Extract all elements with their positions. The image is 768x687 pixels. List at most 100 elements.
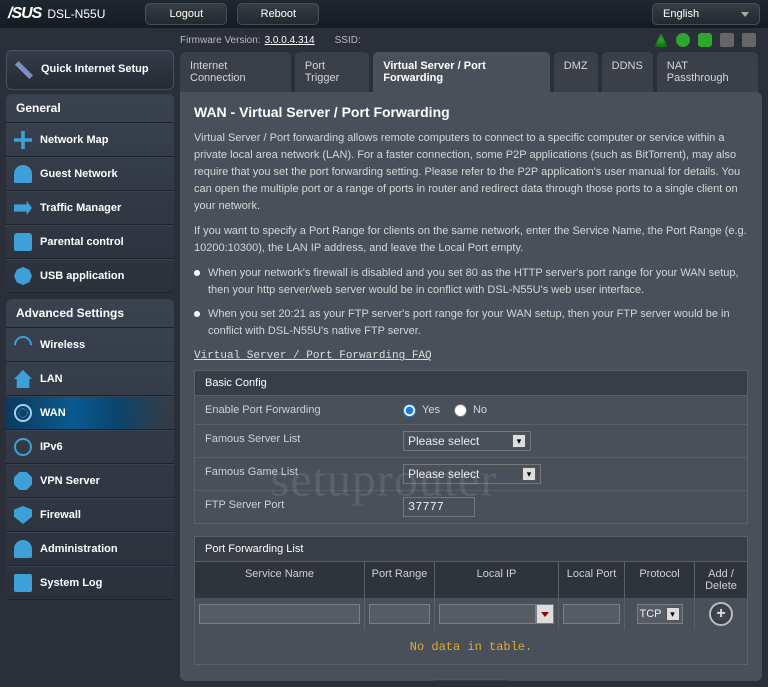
pf-table-head-row: Service Name Port Range Local IP Local P… — [195, 562, 747, 598]
reboot-button[interactable]: Reboot — [237, 3, 319, 25]
traffic-icon — [14, 199, 32, 217]
tab-bar: Internet Connection Port Trigger Virtual… — [180, 52, 768, 92]
chevron-down-icon — [741, 12, 749, 17]
brand-logo: /SUS — [8, 5, 41, 23]
sidebar-item-firewall[interactable]: Firewall — [6, 498, 174, 532]
protocol-select[interactable]: TCP▾ — [637, 604, 683, 624]
pf-table-title: Port Forwarding List — [195, 537, 747, 562]
famous-game-label: Famous Game List — [195, 458, 395, 490]
status-icons — [654, 33, 768, 47]
brand-model: DSL-N55U — [47, 7, 105, 21]
fw-label: Firmware Version: — [180, 35, 261, 46]
sidebar-item-traffic-manager[interactable]: Traffic Manager — [6, 191, 174, 225]
wireless-icon — [10, 332, 35, 357]
sidebar-advanced-title: Advanced Settings — [6, 299, 174, 328]
cloud-icon — [698, 33, 712, 47]
content-panel: WAN - Virtual Server / Port Forwarding V… — [180, 92, 762, 681]
admin-icon — [14, 540, 32, 558]
sidebar-general-title: General — [6, 94, 174, 123]
puzzle-icon — [14, 267, 32, 285]
network-map-icon — [14, 131, 32, 149]
tab-internet-connection[interactable]: Internet Connection — [180, 52, 291, 92]
sidebar-item-wireless[interactable]: Wireless — [6, 328, 174, 362]
famous-server-label: Famous Server List — [195, 425, 395, 457]
no-data-message: No data in table. — [195, 630, 747, 664]
tab-nat-passthrough[interactable]: NAT Passthrough — [657, 52, 758, 92]
sidebar-item-usb-application[interactable]: USB application — [6, 259, 174, 293]
tab-ddns[interactable]: DDNS — [602, 52, 653, 92]
lock-icon — [742, 33, 756, 47]
tab-virtual-server[interactable]: Virtual Server / Port Forwarding — [373, 52, 550, 92]
log-icon — [14, 574, 32, 592]
language-dropdown[interactable]: English — [652, 3, 760, 25]
ipv6-icon — [14, 438, 32, 456]
th-service: Service Name — [195, 562, 365, 598]
sidebar-item-parental-control[interactable]: Parental control — [6, 225, 174, 259]
wifi-icon — [654, 33, 668, 47]
famous-server-select[interactable]: Please select▾ — [403, 431, 531, 451]
home-icon — [14, 370, 32, 388]
magic-wand-icon — [15, 61, 33, 79]
enable-pf-label: Enable Port Forwarding — [195, 396, 395, 424]
logout-button[interactable]: Logout — [145, 3, 227, 25]
guest-icon — [14, 165, 32, 183]
th-local-ip: Local IP — [435, 562, 559, 598]
sidebar-item-guest-network[interactable]: Guest Network — [6, 157, 174, 191]
language-label: English — [663, 8, 699, 20]
bullet-1: When your network's firewall is disabled… — [194, 265, 748, 298]
chevron-down-icon — [541, 612, 549, 617]
quick-setup-label: Quick Internet Setup — [41, 63, 149, 76]
lock-icon — [14, 233, 32, 251]
chevron-down-icon: ▾ — [512, 434, 526, 448]
quick-internet-setup-button[interactable]: Quick Internet Setup — [6, 50, 174, 90]
pf-table: Port Forwarding List Service Name Port R… — [194, 536, 748, 665]
th-add-delete: Add / Delete — [695, 562, 747, 598]
faq-link[interactable]: Virtual Server / Port Forwarding FAQ — [194, 350, 432, 362]
sidebar-advanced-section: Advanced Settings Wireless LAN WAN IPv6 … — [6, 299, 174, 600]
sidebar-item-system-log[interactable]: System Log — [6, 566, 174, 600]
apply-button[interactable]: Apply — [429, 679, 513, 681]
tab-dmz[interactable]: DMZ — [554, 52, 598, 92]
sidebar-item-wan[interactable]: WAN — [6, 396, 174, 430]
port-range-input[interactable] — [369, 604, 430, 624]
th-local-port: Local Port — [559, 562, 625, 598]
local-port-input[interactable] — [563, 604, 620, 624]
ftp-port-input[interactable] — [403, 497, 475, 517]
chevron-down-icon: ▾ — [522, 467, 536, 481]
enable-pf-yes-radio[interactable] — [403, 404, 416, 417]
pf-input-row: TCP▾ + — [195, 598, 747, 630]
chevron-down-icon: ▾ — [666, 607, 680, 621]
famous-game-select[interactable]: Please select▾ — [403, 464, 541, 484]
bullet-2: When you set 20:21 as your FTP server's … — [194, 306, 748, 339]
fw-version-link[interactable]: 3.0.0.4.314 — [265, 35, 315, 46]
enable-pf-no-radio[interactable] — [454, 404, 467, 417]
th-port-range: Port Range — [365, 562, 435, 598]
usb-icon — [720, 33, 734, 47]
sidebar-item-vpn-server[interactable]: VPN Server — [6, 464, 174, 498]
sidebar-general-section: General Network Map Guest Network Traffi… — [6, 94, 174, 293]
local-ip-dropdown[interactable] — [536, 604, 554, 624]
enable-pf-yes-label: Yes — [422, 404, 440, 416]
basic-config-panel: Enable Port Forwarding Yes No Famous Ser… — [194, 395, 748, 524]
service-name-input[interactable] — [199, 604, 360, 624]
sidebar-item-network-map[interactable]: Network Map — [6, 123, 174, 157]
tab-port-trigger[interactable]: Port Trigger — [295, 52, 369, 92]
firmware-row: Firmware Version: 3.0.0.4.314 SSID: — [0, 28, 768, 52]
sidebar-item-ipv6[interactable]: IPv6 — [6, 430, 174, 464]
local-ip-input[interactable] — [439, 604, 536, 624]
add-row-button[interactable]: + — [709, 602, 733, 626]
basic-config-header: Basic Config — [194, 370, 748, 395]
sidebar-item-lan[interactable]: LAN — [6, 362, 174, 396]
bullet-dot-icon — [194, 311, 200, 317]
enable-pf-no-label: No — [473, 404, 487, 416]
ssid-label: SSID: — [335, 35, 361, 46]
vpn-icon — [14, 472, 32, 490]
ftp-port-label: FTP Server Port — [195, 491, 395, 523]
bullet-list: When your network's firewall is disabled… — [194, 265, 748, 339]
brand: /SUS DSL-N55U — [8, 5, 105, 23]
sidebar: Quick Internet Setup General Network Map… — [6, 50, 174, 606]
globe-icon — [14, 404, 32, 422]
sidebar-item-administration[interactable]: Administration — [6, 532, 174, 566]
intro-paragraph-2: If you want to specify a Port Range for … — [194, 223, 748, 257]
top-header: /SUS DSL-N55U Logout Reboot English — [0, 0, 768, 28]
